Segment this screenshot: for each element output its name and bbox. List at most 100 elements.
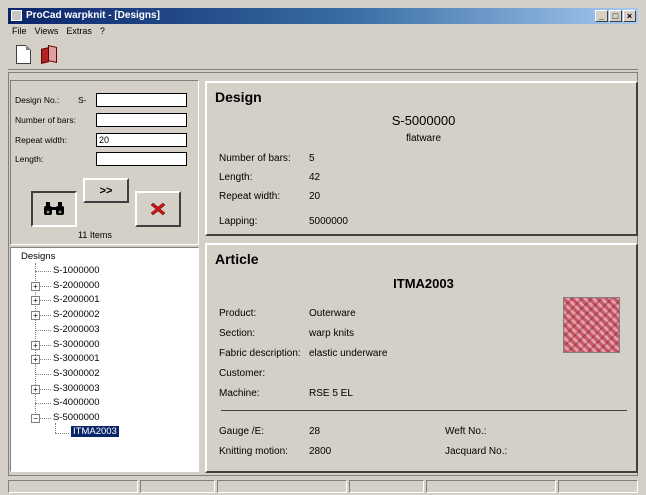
expand-icon[interactable]: +: [31, 340, 40, 350]
items-count: 11 Items: [78, 230, 112, 240]
expand-icon[interactable]: +: [31, 355, 40, 365]
tree-item-label: S-3000002: [53, 367, 100, 379]
tree-connector: [35, 271, 51, 272]
tree-item-label: S-3000003: [53, 382, 100, 394]
section-label: Section:: [219, 328, 256, 339]
tree-item-label: S-1000000: [53, 265, 100, 276]
book-icon: [41, 45, 58, 64]
design-repeat-label: Repeat width:: [219, 191, 281, 202]
tree-item[interactable]: + S-2000002: [11, 308, 191, 322]
tree-item-label: S-2000002: [53, 309, 100, 321]
tree-connector: [35, 329, 51, 331]
fabric-swatch: [563, 297, 620, 353]
window-title: ProCad warpknit - [Designs]: [26, 10, 160, 21]
menu-file[interactable]: File: [8, 26, 31, 36]
clear-button[interactable]: [135, 191, 181, 227]
title-bar[interactable]: ProCad warpknit - [Designs] _ □ ×: [8, 8, 638, 24]
status-cell: [8, 480, 138, 493]
design-prefix-label: S-: [78, 95, 87, 105]
design-tree[interactable]: Designs S-1000000 + S-2000000 + S-2000001 + S-…: [10, 247, 199, 472]
fabric-description-label: Fabric description:: [219, 348, 301, 359]
tree-connector: [55, 432, 69, 434]
machine-value: RSE 5 EL: [309, 388, 353, 399]
design-repeat-value: 20: [309, 191, 321, 202]
tree-item-label: S-5000000: [53, 412, 100, 423]
tree-item[interactable]: + S-2000001: [11, 293, 191, 307]
expand-icon[interactable]: +: [31, 311, 40, 321]
tree-connector: [35, 403, 51, 405]
design-lapping-value: 5000000: [309, 216, 348, 227]
tree-item[interactable]: + S-3000000: [11, 338, 191, 352]
tree-item[interactable]: S-3000002: [11, 367, 191, 381]
tree-item[interactable]: + S-3000003: [11, 382, 191, 396]
collapse-icon[interactable]: −: [31, 414, 40, 423]
expand-icon[interactable]: +: [31, 296, 40, 306]
expand-icon[interactable]: +: [31, 281, 40, 291]
design-number: S-5000000: [391, 113, 456, 128]
window-controls: _ □ ×: [595, 10, 636, 22]
next-button-label: >>: [99, 184, 113, 197]
next-button[interactable]: >>: [83, 178, 129, 203]
tree-connector: [35, 373, 51, 375]
product-value: Outerware: [309, 308, 356, 319]
customer-label: Customer:: [219, 368, 266, 379]
status-bar: [8, 480, 638, 493]
weft-no-label: Weft No.:: [445, 426, 487, 437]
design-heading: Design: [215, 89, 262, 105]
status-cell: [217, 480, 347, 493]
design-bars-value: 5: [309, 153, 315, 164]
red-x-icon: [150, 202, 166, 216]
article-divider: [221, 410, 627, 411]
minimize-button[interactable]: _: [595, 10, 608, 22]
fabric-description-value: elastic underware: [309, 348, 388, 359]
open-catalog-button[interactable]: [38, 43, 60, 67]
menu-bar: File Views Extras ?: [8, 24, 638, 38]
expand-icon[interactable]: +: [31, 384, 40, 394]
restore-button[interactable]: □: [609, 10, 622, 22]
bars-field[interactable]: [96, 113, 187, 127]
app-icon[interactable]: [11, 10, 22, 21]
menu-views[interactable]: Views: [31, 26, 63, 36]
status-cell: [349, 480, 424, 493]
repeat-width-field[interactable]: 20: [96, 133, 187, 147]
gauge-label: Gauge /E:: [219, 426, 265, 437]
tree-item[interactable]: S-2000003: [11, 323, 191, 337]
knitting-motion-label: Knitting motion:: [219, 446, 288, 457]
design-length-value: 42: [309, 172, 321, 183]
article-name: ITMA2003: [393, 276, 454, 291]
knitting-motion-value: 2800: [309, 446, 332, 457]
close-button[interactable]: ×: [623, 10, 636, 22]
design-panel: Design S-5000000 flatware Number of bars…: [205, 81, 638, 236]
status-cell: [140, 480, 215, 493]
search-button[interactable]: [31, 191, 77, 227]
tree-item[interactable]: − S-5000000: [11, 411, 191, 425]
tree-child-item-selected[interactable]: ITMA2003: [11, 425, 191, 440]
tree-item[interactable]: S-4000000: [11, 396, 191, 410]
status-cell: [426, 480, 556, 493]
tree-root-designs[interactable]: Designs: [21, 251, 55, 262]
design-bars-label: Number of bars:: [219, 153, 291, 164]
tree-item[interactable]: S-1000000: [11, 264, 191, 278]
tree-item[interactable]: + S-3000001: [11, 352, 191, 366]
status-cell: [558, 480, 638, 493]
tree-item[interactable]: + S-2000000: [11, 279, 191, 293]
jacquard-no-label: Jacquard No.:: [445, 446, 508, 457]
gauge-value: 28: [309, 426, 321, 437]
tree-item-label: S-2000001: [53, 294, 100, 306]
search-panel: Design No.: S- Number of bars: Repeat wi…: [10, 80, 199, 245]
section-value: warp knits: [309, 328, 355, 339]
new-document-button[interactable]: [12, 43, 34, 67]
tree-child-label: ITMA2003: [71, 425, 119, 437]
menu-extras[interactable]: Extras: [62, 26, 96, 36]
repeat-width-label: Repeat width:: [15, 135, 67, 145]
tree-item-label: S-2000003: [53, 323, 100, 335]
article-panel: Article ITMA2003 Product: Outerware Sect…: [205, 243, 638, 473]
length-label: Length:: [15, 154, 44, 164]
article-heading: Article: [215, 251, 259, 267]
design-no-field[interactable]: [96, 93, 187, 107]
menu-help[interactable]: ?: [96, 26, 109, 36]
bars-label: Number of bars:: [15, 115, 76, 125]
new-document-icon: [16, 45, 31, 64]
length-field[interactable]: [96, 152, 187, 166]
tree-item-label: S-2000000: [53, 279, 100, 291]
